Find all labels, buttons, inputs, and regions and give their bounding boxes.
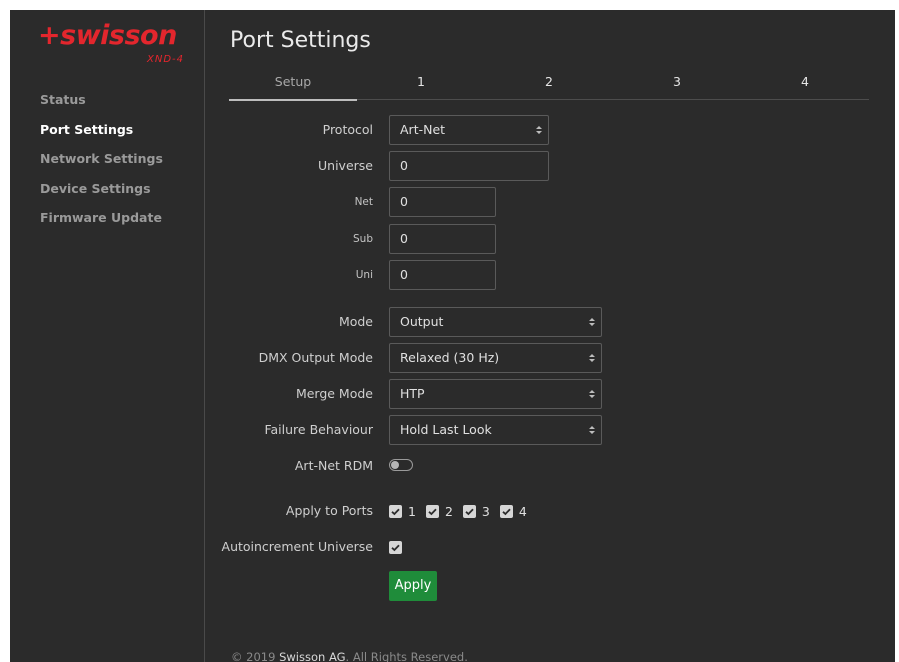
tab-port-1[interactable]: 1	[357, 72, 485, 99]
main-content: Port Settings Setup 1 2 3 4 Protocol Art…	[222, 10, 895, 662]
sub-row: Sub 0	[229, 224, 889, 254]
universe-input[interactable]: 0	[389, 151, 549, 181]
sidebar-nav: Status Port Settings Network Settings De…	[40, 90, 163, 238]
protocol-row: Protocol Art-Net	[229, 115, 889, 145]
sidebar-item-firmware-update[interactable]: Firmware Update	[40, 208, 163, 238]
footer-company-link[interactable]: Swisson AG	[279, 650, 345, 662]
merge-mode-value: HTP	[400, 386, 425, 401]
updown-arrows-icon	[589, 390, 595, 398]
net-row: Net 0	[229, 187, 889, 217]
port-4-group: 4	[499, 496, 527, 527]
artnet-rdm-label: Art-Net RDM	[294, 458, 373, 473]
port-tabs: Setup 1 2 3 4	[229, 72, 869, 101]
port-1-checkbox[interactable]	[389, 505, 402, 518]
tab-port-3[interactable]: 3	[613, 72, 741, 99]
logo-wordmark: +swisson	[38, 20, 177, 51]
sidebar-item-network-settings[interactable]: Network Settings	[40, 149, 163, 179]
failure-behaviour-select[interactable]: Hold Last Look	[389, 415, 602, 445]
merge-mode-row: Merge Mode HTP	[229, 379, 889, 409]
mode-label: Mode	[338, 314, 373, 329]
autoincrement-label: Autoincrement Universe	[221, 539, 373, 554]
failure-behaviour-row: Failure Behaviour Hold Last Look	[229, 415, 889, 445]
dmx-output-mode-value: Relaxed (30 Hz)	[400, 350, 500, 365]
apply-to-ports-row: Apply to Ports 1 2 3 4	[229, 496, 889, 526]
sidebar-item-device-settings[interactable]: Device Settings	[40, 179, 163, 209]
universe-label: Universe	[318, 158, 373, 173]
protocol-label: Protocol	[322, 122, 373, 137]
universe-row: Universe 0	[229, 151, 889, 181]
protocol-select[interactable]: Art-Net	[389, 115, 549, 145]
apply-button[interactable]: Apply	[389, 571, 437, 601]
tab-setup[interactable]: Setup	[229, 72, 357, 101]
artnet-rdm-row: Art-Net RDM	[229, 451, 889, 481]
failure-behaviour-label: Failure Behaviour	[264, 422, 373, 437]
sidebar: +swisson XND-4 Status Port Settings Netw…	[10, 10, 205, 662]
protocol-value: Art-Net	[400, 122, 446, 137]
uni-label: Uni	[355, 269, 373, 281]
uni-row: Uni 0	[229, 260, 889, 290]
port-4-checkbox[interactable]	[499, 505, 513, 518]
footer-copyright: © 2019 Swisson AG. All Rights Reserved.	[231, 650, 468, 662]
checkmark-icon	[391, 508, 400, 516]
autoincrement-wrap	[389, 532, 402, 562]
checkmark-icon	[391, 544, 400, 552]
sub-input[interactable]: 0	[389, 224, 496, 254]
tab-port-4[interactable]: 4	[741, 72, 869, 99]
footer-suffix: . All Rights Reserved.	[345, 650, 468, 662]
dmx-output-mode-row: DMX Output Mode Relaxed (30 Hz)	[229, 343, 889, 373]
failure-behaviour-value: Hold Last Look	[400, 422, 492, 437]
tab-port-2[interactable]: 2	[485, 72, 613, 99]
autoincrement-checkbox[interactable]	[389, 541, 402, 554]
mode-row: Mode Output	[229, 307, 889, 337]
merge-mode-select[interactable]: HTP	[389, 379, 602, 409]
sub-label: Sub	[353, 233, 373, 245]
port-3-checkbox[interactable]	[462, 505, 476, 518]
port-3-label: 3	[481, 503, 490, 519]
port-2-label: 2	[444, 503, 453, 519]
app-window: +swisson XND-4 Status Port Settings Netw…	[10, 10, 895, 662]
port-4-label: 4	[518, 503, 527, 519]
checkmark-icon	[465, 508, 474, 516]
mode-value: Output	[400, 314, 444, 329]
dmx-output-mode-select[interactable]: Relaxed (30 Hz)	[389, 343, 602, 373]
footer-prefix: © 2019	[231, 650, 280, 662]
checkmark-icon	[428, 508, 437, 516]
dmx-output-mode-label: DMX Output Mode	[258, 350, 373, 365]
port-2-group: 2	[425, 496, 453, 527]
port-2-checkbox[interactable]	[425, 505, 439, 518]
mode-select[interactable]: Output	[389, 307, 602, 337]
artnet-rdm-toggle[interactable]	[389, 459, 413, 471]
apply-to-ports-label: Apply to Ports	[285, 503, 373, 518]
updown-arrows-icon	[536, 126, 542, 134]
updown-arrows-icon	[589, 426, 595, 434]
uni-input[interactable]: 0	[389, 260, 496, 290]
page-title: Port Settings	[230, 28, 371, 53]
port-3-group: 3	[462, 496, 490, 527]
swisson-logo: +swisson XND-4	[38, 20, 198, 76]
logo-model: XND-4	[146, 54, 184, 65]
merge-mode-label: Merge Mode	[295, 386, 373, 401]
updown-arrows-icon	[589, 318, 595, 326]
sidebar-item-port-settings[interactable]: Port Settings	[40, 120, 163, 150]
updown-arrows-icon	[589, 354, 595, 362]
sidebar-item-status[interactable]: Status	[40, 90, 163, 120]
port-1-label: 1	[408, 503, 416, 519]
autoincrement-row: Autoincrement Universe	[222, 532, 889, 562]
port-checkboxes: 1 2 3 4	[389, 496, 533, 527]
net-input[interactable]: 0	[389, 187, 496, 217]
checkmark-icon	[502, 508, 511, 516]
port-1-group: 1	[389, 496, 416, 527]
net-label: Net	[354, 196, 373, 208]
